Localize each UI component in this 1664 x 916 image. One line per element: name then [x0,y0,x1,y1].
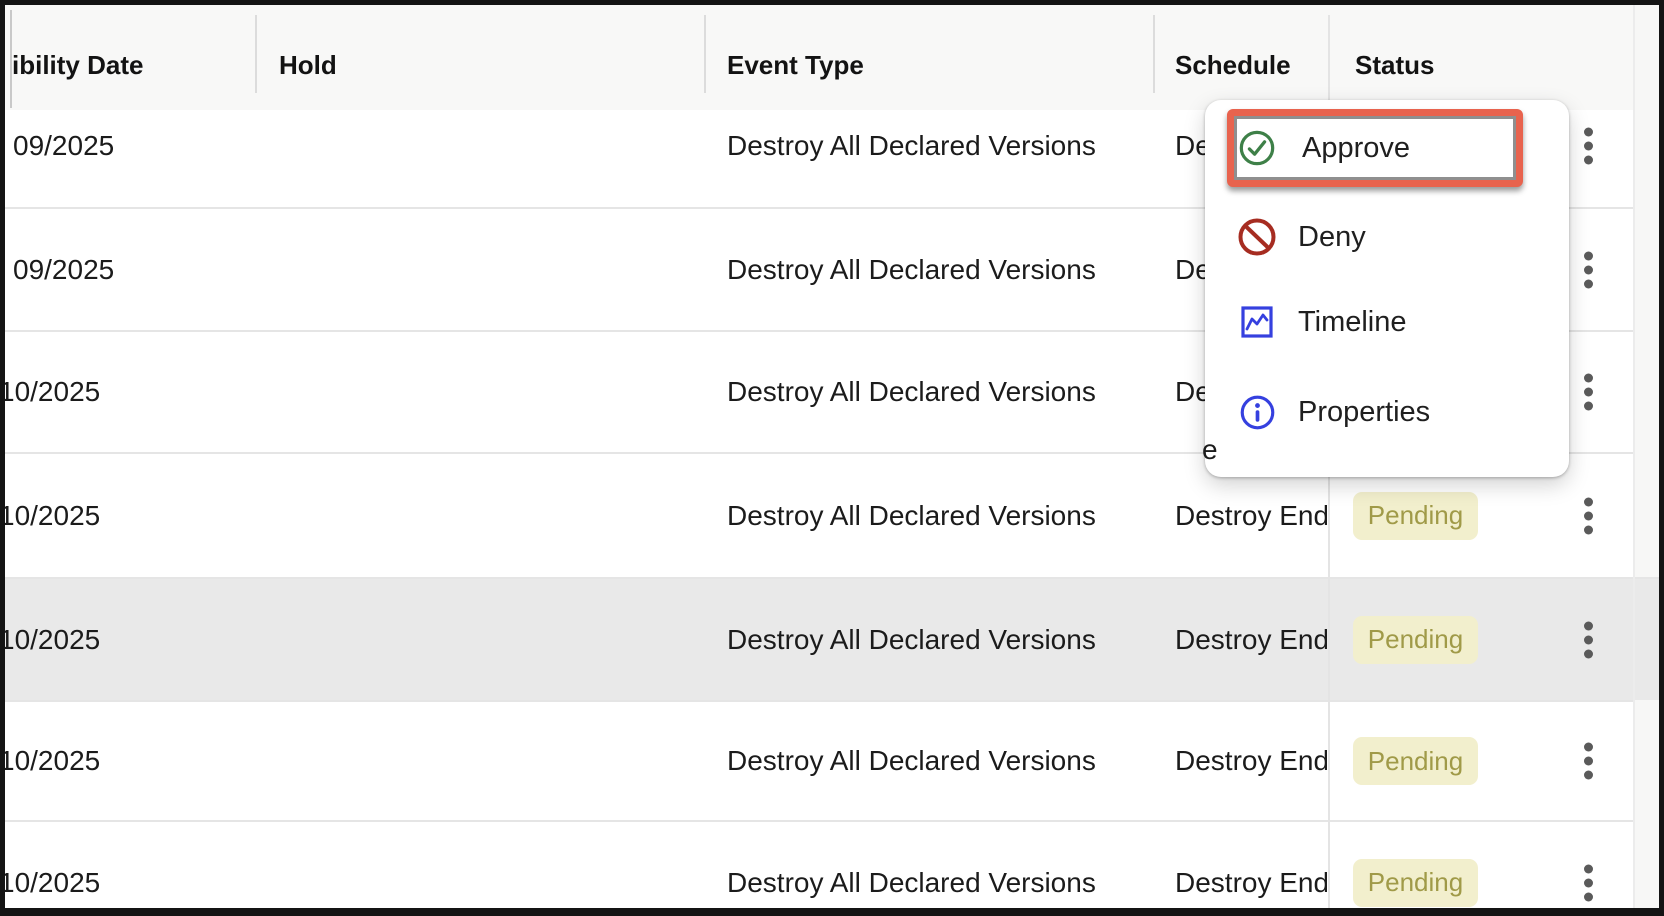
menu-item-approve[interactable]: Approve [1234,116,1516,180]
approve-highlight-annotation: Approve [1227,109,1523,187]
cell-schedule: Destroy End [1175,867,1327,899]
column-divider [1153,15,1155,93]
table-header-row: ibility Date Hold Event Type Schedule St… [0,5,1664,110]
column-header-hold: Hold [279,49,337,81]
cell-event-type: Destroy All Declared Versions [727,130,1096,162]
column-divider [255,15,257,93]
status-badge: Pending [1353,616,1478,664]
table-row[interactable]: 10/2025 Destroy All Declared Versions De… [0,820,1664,916]
cell-schedule: Destroy End [1175,500,1327,532]
records-table-screen: ibility Date Hold Event Type Schedule St… [0,0,1664,916]
row-actions-kebab-icon[interactable] [1574,251,1602,288]
column-header-schedule: Schedule [1175,49,1291,81]
cell-event-type: Destroy All Declared Versions [727,376,1096,408]
cell-schedule: Destroy End [1175,745,1327,777]
properties-info-icon [1237,394,1277,431]
cell-event-type: Destroy All Declared Versions [727,867,1096,899]
timeline-chart-icon [1237,306,1277,338]
cell-event-type: Destroy All Declared Versions [727,624,1096,656]
row-actions-kebab-icon[interactable] [1574,127,1602,164]
screenshot-border [0,0,1664,5]
menu-item-label: Approve [1302,132,1410,165]
table-row[interactable]: 10/2025 Destroy All Declared Versions De… [0,700,1664,820]
screenshot-border [0,908,1664,916]
row-actions-kebab-icon[interactable] [1574,621,1602,658]
cell-eligibility-date: 10/2025 [0,745,100,777]
row-actions-kebab-icon[interactable] [1574,743,1602,780]
cell-event-type: Destroy All Declared Versions [727,745,1096,777]
status-badge: Pending [1353,492,1478,540]
cell-event-type: Destroy All Declared Versions [727,254,1096,286]
cell-eligibility-date: 10/2025 [0,624,100,656]
menu-item-label: Timeline [1298,306,1407,339]
menu-item-properties[interactable]: Properties [1237,387,1430,437]
table-row-selected[interactable]: 10/2025 Destroy All Declared Versions De… [0,577,1664,700]
cell-eligibility-date: 10/2025 [0,867,100,899]
approve-check-icon [1237,129,1277,167]
deny-icon [1237,217,1277,257]
screenshot-border [1659,0,1664,916]
status-badge: Pending [1353,737,1478,785]
column-divider [704,15,706,93]
right-gutter [1635,700,1659,908]
cell-eligibility-date: 09/2025 [13,254,114,286]
row-actions-kebab-icon[interactable] [1574,864,1602,901]
menu-item-label: Deny [1298,221,1366,254]
cell-eligibility-date: 10/2025 [0,376,100,408]
column-header-status: Status [1355,49,1434,81]
screenshot-border [0,0,5,916]
column-header-eligibility-date: ibility Date [12,49,143,81]
column-header-event-type: Event Type [727,49,864,81]
right-gutter [1635,5,1659,577]
status-badge: Pending [1353,859,1478,907]
cell-event-type: Destroy All Declared Versions [727,500,1096,532]
cell-eligibility-date: 10/2025 [0,500,100,532]
menu-item-deny[interactable]: Deny [1237,212,1366,262]
cell-eligibility-date: 09/2025 [13,130,114,162]
clipped-text-artifact: e [1202,434,1218,466]
menu-item-timeline[interactable]: Timeline [1237,297,1407,347]
row-actions-kebab-icon[interactable] [1574,374,1602,411]
menu-item-label: Properties [1298,396,1430,429]
row-actions-context-menu: Approve Deny Timeline [1205,100,1569,477]
row-actions-kebab-icon[interactable] [1574,497,1602,534]
cell-schedule: Destroy End [1175,624,1327,656]
